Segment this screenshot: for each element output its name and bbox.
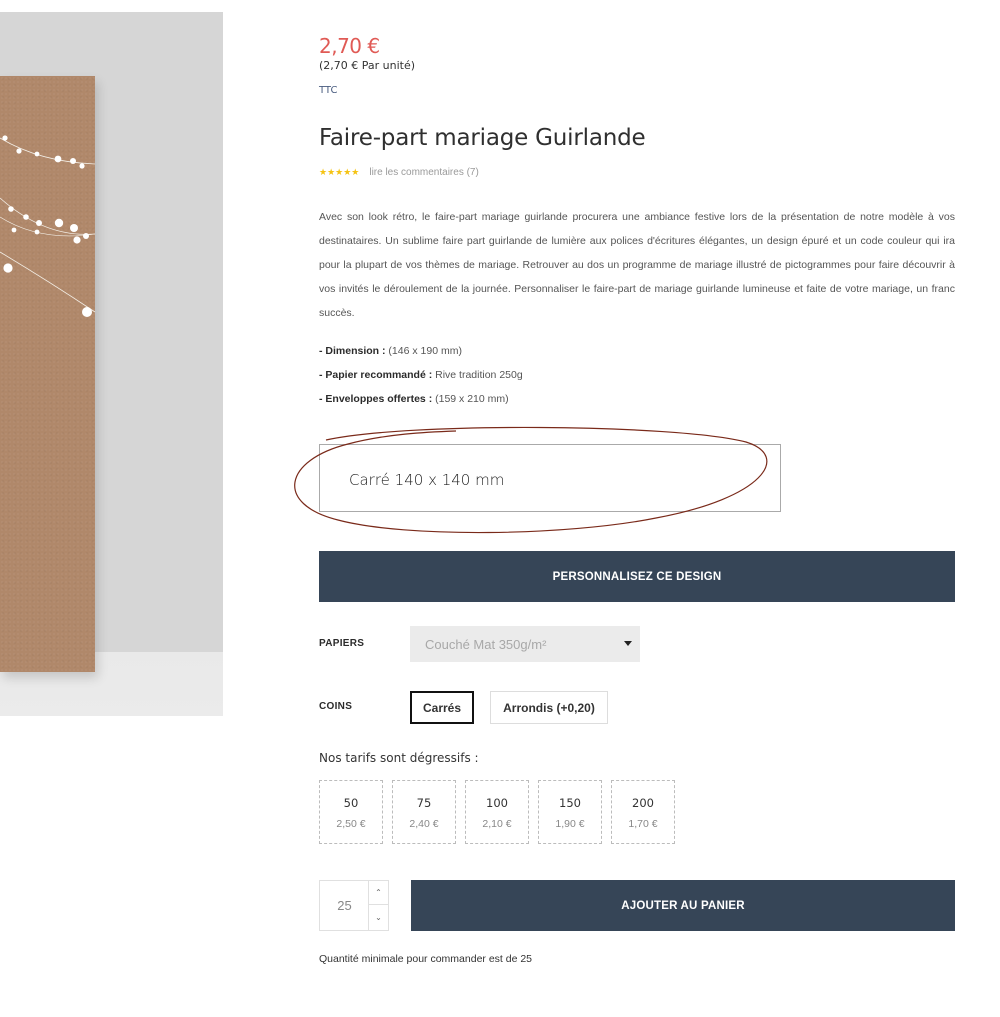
price-tier[interactable]: 150 1,90 € bbox=[538, 780, 602, 844]
rating-row: ★★★★★ lire les commentaires (7) bbox=[319, 167, 479, 178]
rating-stars-icon: ★★★★★ bbox=[319, 167, 360, 177]
tax-label: TTC bbox=[319, 85, 338, 96]
minimum-quantity-note: Quantité minimale pour commander est de … bbox=[319, 953, 533, 965]
product-price: 2,70 € bbox=[319, 34, 380, 58]
quantity-arrows: ⌃ ⌄ bbox=[368, 881, 388, 930]
paper-select[interactable]: Couché Mat 350g/m² bbox=[410, 626, 640, 662]
format-option[interactable]: Carré 140 x 140 mm bbox=[319, 444, 781, 512]
papers-label: PAPIERS bbox=[319, 638, 365, 649]
quantity-input[interactable]: 25 bbox=[320, 881, 369, 930]
tier-price: 2,40 € bbox=[409, 818, 439, 830]
tiers-title: Nos tarifs sont dégressifs : bbox=[319, 751, 479, 765]
tier-quantity: 100 bbox=[486, 796, 508, 810]
price-tier[interactable]: 200 1,70 € bbox=[611, 780, 675, 844]
spec-paper: - Papier recommandé : Rive tradition 250… bbox=[319, 369, 523, 381]
string-lights-illustration bbox=[0, 135, 96, 317]
unit-price: (2,70 € Par unité) bbox=[319, 59, 416, 72]
tier-quantity: 75 bbox=[416, 796, 432, 810]
reviews-link[interactable]: lire les commentaires (7) bbox=[369, 167, 478, 178]
tier-quantity: 200 bbox=[632, 796, 654, 810]
corner-option-rounded[interactable]: Arrondis (+0,20) bbox=[490, 691, 608, 724]
quantity-stepper[interactable]: 25 ⌃ ⌄ bbox=[319, 880, 389, 931]
format-label: Carré 140 x 140 mm bbox=[349, 471, 505, 489]
chevron-down-icon[interactable]: ⌄ bbox=[369, 905, 388, 929]
product-image bbox=[0, 12, 223, 716]
product-title: Faire-part mariage Guirlande bbox=[319, 125, 646, 151]
tier-price: 1,70 € bbox=[628, 818, 658, 830]
caret-down-icon bbox=[624, 641, 632, 646]
price-tier[interactable]: 50 2,50 € bbox=[319, 780, 383, 844]
price-tier[interactable]: 75 2,40 € bbox=[392, 780, 456, 844]
spec-envelopes: - Enveloppes offertes : (159 x 210 mm) bbox=[319, 393, 509, 405]
tier-price: 2,50 € bbox=[336, 818, 366, 830]
spec-dimension: - Dimension : (146 x 190 mm) bbox=[319, 345, 462, 357]
product-description: Avec son look rétro, le faire-part maria… bbox=[319, 211, 955, 319]
tier-quantity: 150 bbox=[559, 796, 581, 810]
corners-label: COINS bbox=[319, 701, 353, 712]
add-to-cart-button[interactable]: AJOUTER AU PANIER bbox=[411, 880, 955, 931]
product-specs: - Dimension : (146 x 190 mm) - Papier re… bbox=[319, 339, 955, 411]
price-tier[interactable]: 100 2,10 € bbox=[465, 780, 529, 844]
personalize-design-button[interactable]: PERSONNALISEZ CE DESIGN bbox=[319, 551, 955, 602]
corner-option-square[interactable]: Carrés bbox=[410, 691, 474, 724]
tier-price: 2,10 € bbox=[482, 818, 512, 830]
tier-quantity: 50 bbox=[343, 796, 359, 810]
paper-select-value: Couché Mat 350g/m² bbox=[425, 636, 547, 652]
chevron-up-icon[interactable]: ⌃ bbox=[369, 881, 388, 905]
tier-price: 1,90 € bbox=[555, 818, 585, 830]
